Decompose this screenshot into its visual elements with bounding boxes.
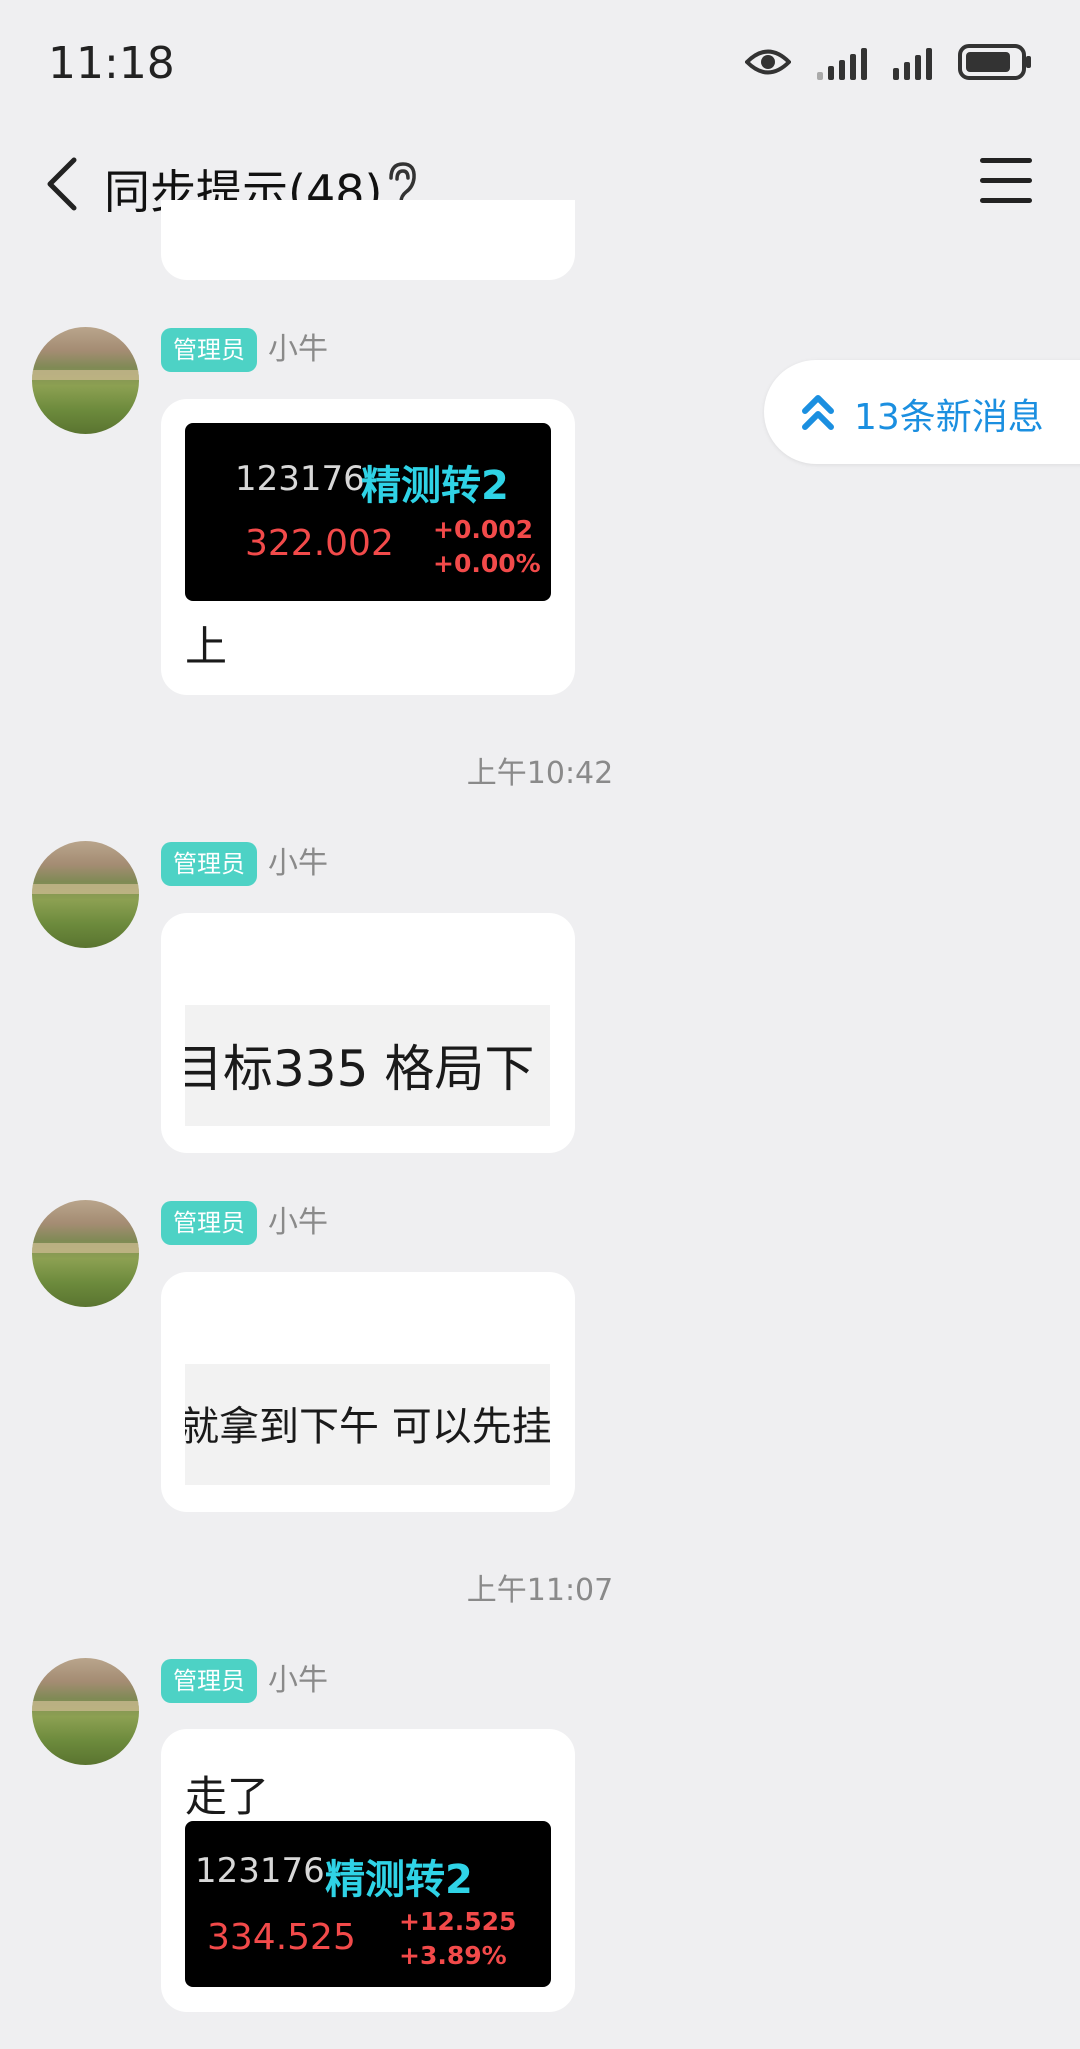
new-messages-label: 13条新消息	[854, 397, 1044, 438]
quote-change-pct: +0.00%	[433, 549, 541, 578]
quote-price: 334.525	[207, 1917, 356, 1958]
eye-icon	[745, 49, 791, 75]
avatar[interactable]	[32, 841, 139, 948]
timestamp: 上午10:42	[466, 756, 614, 791]
status-time: 11:18	[48, 38, 175, 89]
admin-badge: 管理员	[161, 328, 257, 372]
avatar[interactable]	[32, 327, 139, 434]
message-text: 上	[185, 622, 228, 671]
admin-badge: 管理员	[161, 1201, 257, 1245]
image-text: 就拿到下午 可以先挂卖	[185, 1404, 550, 1450]
quote-code: 123176	[235, 459, 365, 499]
stock-quote-image[interactable]: 123176 精测转2 334.525 +12.525 +3.89%	[185, 1821, 551, 1987]
sender-name: 小牛	[268, 332, 328, 367]
quote-code: 123176	[195, 1851, 325, 1891]
quote-name: 精测转2	[325, 1857, 473, 1903]
admin-badge: 管理员	[161, 842, 257, 886]
quote-price: 322.002	[245, 523, 394, 564]
signal-2-icon	[893, 44, 932, 80]
back-arrow-icon[interactable]	[36, 148, 96, 220]
menu-icon[interactable]	[980, 158, 1032, 204]
new-messages-button[interactable]: 13条新消息	[764, 360, 1080, 464]
battery-icon	[958, 44, 1031, 80]
message-bubble[interactable]: 走了 123176 精测转2 334.525 +12.525 +3.89%	[161, 1729, 575, 2012]
signal-1-icon	[817, 44, 867, 80]
quote-top-strip	[185, 423, 551, 433]
double-chevron-up-icon	[802, 395, 834, 430]
previous-message-bubble[interactable]	[161, 200, 575, 280]
avatar[interactable]	[32, 1200, 139, 1307]
message-bubble[interactable]: 123176 精测转2 322.002 +0.002 +0.00% 上	[161, 399, 575, 695]
stock-quote-image[interactable]: 123176 精测转2 322.002 +0.002 +0.00%	[185, 423, 551, 601]
text-screenshot-image[interactable]: 目标335 格局下	[185, 1005, 550, 1126]
quote-name: 精测转2	[361, 463, 509, 509]
image-text: 目标335 格局下	[185, 1040, 535, 1098]
quote-change: +12.525	[399, 1907, 517, 1936]
sender-name: 小牛	[268, 1663, 328, 1698]
admin-badge: 管理员	[161, 1659, 257, 1703]
status-icons	[745, 44, 1032, 80]
sender-name: 小牛	[268, 846, 328, 881]
quote-change: +0.002	[433, 515, 534, 544]
avatar[interactable]	[32, 1658, 139, 1765]
quote-top-strip	[185, 1821, 551, 1831]
message-text: 走了	[185, 1772, 270, 1821]
sender-name: 小牛	[268, 1205, 328, 1240]
timestamp: 上午11:07	[466, 1573, 614, 1608]
status-bar: 11:18	[0, 0, 1080, 130]
quote-change-pct: +3.89%	[399, 1941, 507, 1970]
text-screenshot-image[interactable]: 就拿到下午 可以先挂卖	[185, 1364, 550, 1485]
